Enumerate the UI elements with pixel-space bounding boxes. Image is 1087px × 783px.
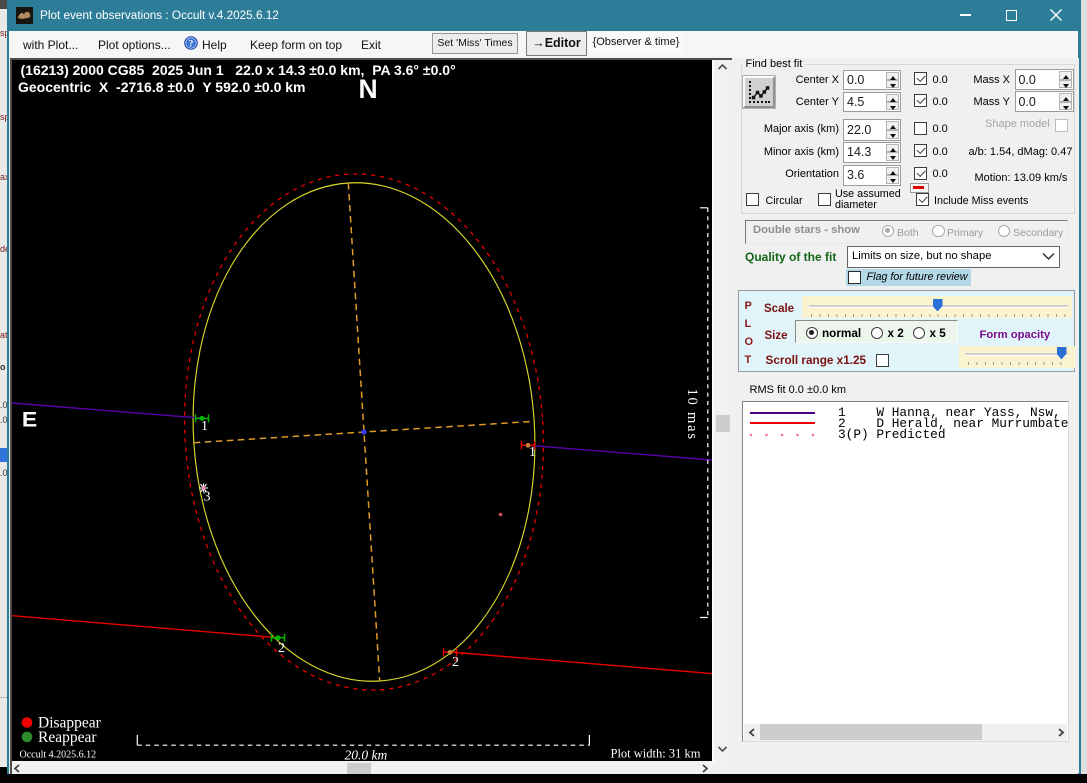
svg-text:Reappear: Reappear bbox=[38, 729, 97, 746]
svg-text:Geocentric X -2716.8 ±0.0 Y: Geocentric X -2716.8 ±0.0 Y 592.0 ±0.0 k… bbox=[18, 79, 306, 95]
svg-text:1: 1 bbox=[529, 445, 536, 460]
svg-text:Occult 4.2025.6.12: Occult 4.2025.6.12 bbox=[19, 749, 96, 760]
svg-text:20.0 km: 20.0 km bbox=[344, 747, 387, 762]
svg-text:(16213) 2000 CG85 2025 Jun 1: (16213) 2000 CG85 2025 Jun 1 22.0 x 14.3… bbox=[20, 62, 455, 78]
svg-text:?: ? bbox=[189, 40, 194, 50]
svg-text:3: 3 bbox=[203, 489, 210, 504]
svg-text:Plot width: 31 km: Plot width: 31 km bbox=[610, 746, 700, 760]
svg-text:2: 2 bbox=[278, 641, 285, 656]
svg-text:1: 1 bbox=[201, 419, 208, 434]
svg-text:10 mas: 10 mas bbox=[684, 388, 700, 440]
svg-text:2: 2 bbox=[452, 655, 459, 670]
svg-text:E: E bbox=[21, 407, 36, 431]
svg-text:N: N bbox=[358, 74, 377, 104]
